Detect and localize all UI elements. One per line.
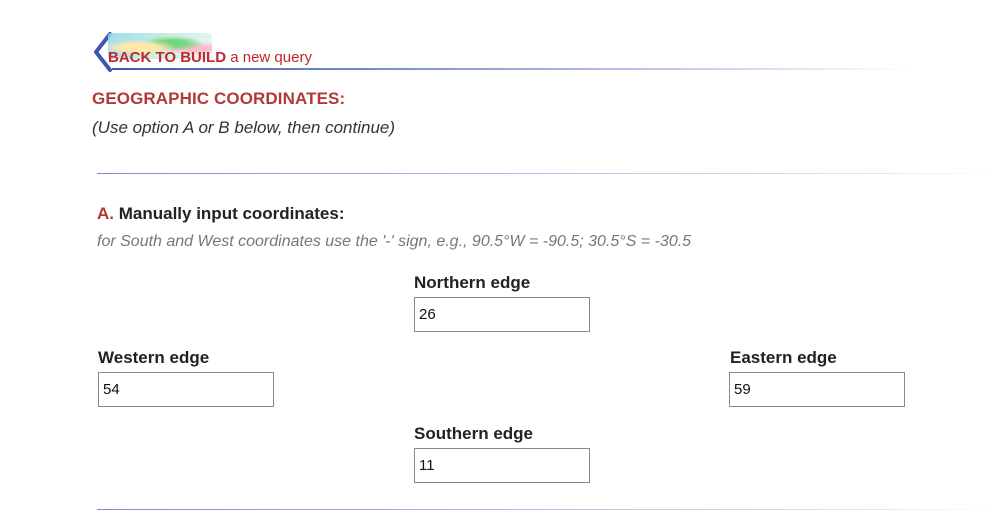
eastern-edge-label: Eastern edge	[730, 348, 837, 367]
divider-bottom	[97, 509, 1002, 510]
back-to-build-link[interactable]: BACK TO BUILD a new query	[92, 30, 922, 74]
northern-edge-input[interactable]	[414, 297, 590, 332]
eastern-edge-input[interactable]	[729, 372, 905, 407]
southern-edge-label: Southern edge	[414, 424, 534, 443]
back-link-strong-text: BACK TO BUILD	[108, 49, 227, 66]
back-link-rest-text: a new query	[230, 49, 312, 66]
option-a-heading: A. Manually input coordinates:	[97, 204, 344, 224]
northern-edge-label: Northern edge	[414, 273, 531, 292]
back-link-underline	[112, 68, 912, 70]
western-edge-input[interactable]	[98, 372, 274, 407]
southern-edge-input[interactable]	[414, 448, 590, 483]
coordinates-hint: for South and West coordinates use the '…	[97, 233, 692, 250]
section-title: GEOGRAPHIC COORDINATES:	[92, 89, 346, 108]
divider-top	[97, 173, 1002, 174]
instructions-text: (Use option A or B below, then continue)	[92, 118, 396, 137]
option-a-letter: A.	[97, 204, 114, 223]
back-link-label: BACK TO BUILD a new query	[108, 49, 312, 67]
option-a-title: Manually input coordinates:	[118, 204, 345, 223]
western-edge-label: Western edge	[98, 348, 210, 367]
